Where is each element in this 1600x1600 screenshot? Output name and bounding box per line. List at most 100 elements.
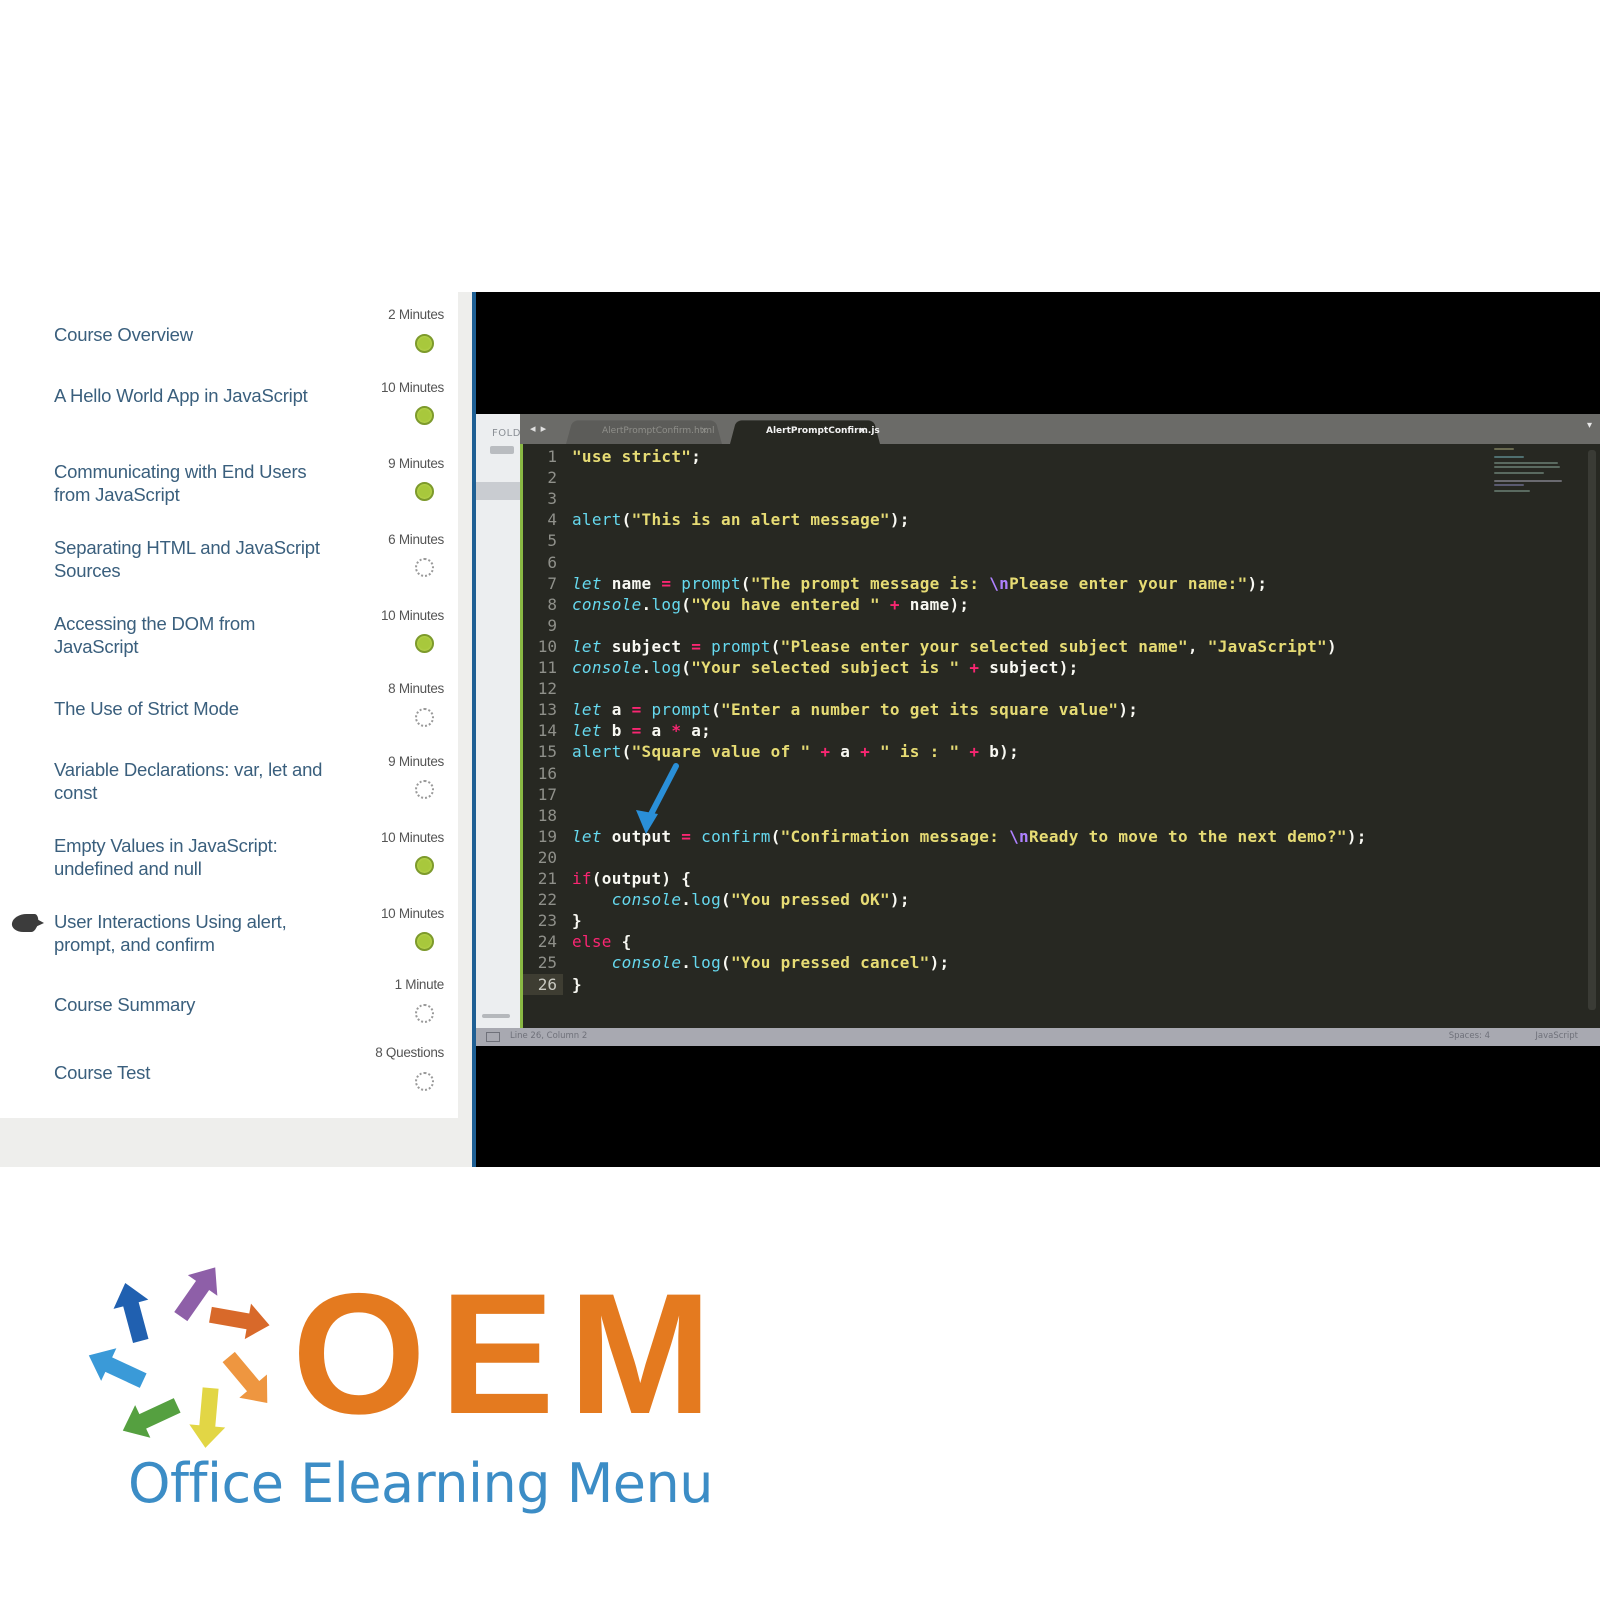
code-token-id: { (611, 932, 632, 952)
lesson-title: Variable Declarations: var, let and cons… (54, 759, 323, 803)
code-token-str: Ready to move to the next demo?" (1028, 826, 1347, 846)
code-token-id: ( (621, 510, 632, 530)
code-token-id: ); (929, 953, 950, 973)
lesson-duration: 10 Minutes (380, 380, 444, 395)
code-token-fn: log (691, 953, 722, 973)
code-token-id (701, 637, 711, 656)
code-token-ctl: else (572, 932, 612, 952)
course-outline-panel: Course Overview 2 Minutes A Hello World Ap… (0, 292, 472, 1167)
logo-arrow-icon (88, 1348, 147, 1388)
code-token-id (642, 700, 652, 719)
current-lesson-marker-icon (10, 914, 40, 932)
line-number: 11 (537, 658, 557, 677)
code-token-fn: prompt (651, 700, 712, 720)
code-token-esc: \n (989, 573, 1010, 593)
lesson-duration: 10 Minutes (380, 830, 444, 845)
line-number: 2 (547, 468, 557, 488)
line-number: 3 (547, 489, 557, 509)
code-token-id: ); (889, 510, 910, 530)
close-icon: × (700, 426, 708, 436)
lesson-item[interactable]: Course Summary 1 Minute (0, 977, 458, 1046)
lesson-item[interactable]: Separating HTML and JavaScript Sources 6 … (0, 532, 458, 600)
code-token-id (671, 574, 681, 593)
completed-status-icon (415, 856, 434, 875)
code-token-obj: console (611, 953, 682, 973)
line-number: 5 (547, 531, 557, 551)
code-token-id: . (681, 890, 692, 910)
line-number: 19 (537, 826, 557, 846)
code-line: let a = prompt("Enter a number to get it… (572, 699, 1138, 720)
code-token-id: ); (1118, 700, 1139, 720)
not-started-status-icon (415, 558, 434, 577)
video-player[interactable]: FOLD ◂ ▸ AlertPromptConfirm.html × Alert… (476, 292, 1600, 1167)
lesson-item[interactable]: A Hello World App in JavaScript 10 Minute… (0, 380, 458, 448)
folder-scrollbar (482, 1014, 510, 1018)
code-token-fn: prompt (711, 636, 771, 656)
code-token-id: ( (721, 953, 731, 973)
syntax-mode: JavaScript (1535, 1031, 1578, 1041)
folder-tree-item (490, 446, 514, 454)
code-token-id: subject (601, 636, 692, 656)
code-token-str: "Enter a number to get its square value" (721, 700, 1119, 720)
code-token-op: = (631, 721, 642, 741)
lesson-item[interactable]: Empty Values in JavaScript: undefined an… (0, 830, 458, 898)
completed-status-icon (415, 932, 434, 951)
code-token-id (959, 658, 969, 677)
line-number: 18 (537, 805, 557, 825)
line-number: 16 (537, 763, 557, 783)
lesson-item[interactable]: Variable Declarations: var, let and cons… (0, 754, 458, 822)
panel-toggle-icon (486, 1032, 500, 1042)
code-line: let b = a * a; (572, 720, 711, 741)
logo-arrow-icon (113, 1283, 149, 1344)
code-token-id: ( (721, 890, 731, 910)
lesson-item[interactable]: Course Test 8 Questions (0, 1045, 458, 1114)
line-number: 13 (537, 700, 557, 720)
lesson-item[interactable]: User Interactions Using alert, prompt, a… (0, 906, 458, 974)
lesson-item[interactable]: Accessing the DOM from JavaScript 10 Minu… (0, 608, 458, 676)
lesson-title: Separating HTML and JavaScript Sources (54, 537, 320, 581)
code-token-id: ( (770, 636, 781, 656)
lesson-title: User Interactions Using alert, prompt, a… (54, 911, 287, 955)
code-token-id: a (830, 742, 861, 762)
code-token-id: } (572, 974, 582, 994)
code-token-id: name); (899, 594, 970, 614)
code-line: let output = confirm("Confirmation messa… (572, 826, 1367, 847)
not-started-status-icon (415, 780, 434, 799)
code-token-str: "use strict" (572, 447, 692, 466)
code-token-fn: alert (572, 742, 622, 762)
not-started-status-icon (415, 1004, 434, 1023)
code-token-str: Please enter your name:" (1009, 573, 1248, 593)
code-line: console.log("Your selected subject is " … (572, 657, 1079, 678)
lesson-item[interactable]: The Use of Strict Mode 8 Minutes (0, 681, 458, 750)
line-number: 23 (537, 911, 557, 931)
lesson-item[interactable]: Course Overview 2 Minutes (0, 307, 458, 376)
code-token-kw: let (572, 573, 602, 593)
line-number: 4 (547, 510, 557, 530)
line-number: 6 (547, 552, 557, 572)
line-number: 15 (537, 742, 557, 762)
code-token-id: ( (770, 826, 781, 846)
lesson-title: A Hello World App in JavaScript (54, 385, 308, 406)
vertical-scrollbar (1588, 450, 1596, 1010)
lesson-duration: 1 Minute (394, 977, 445, 992)
code-token-op: * (671, 721, 682, 741)
line-number: 25 (537, 953, 557, 973)
code-token-op: + (969, 658, 980, 677)
code-token-kw: let (572, 700, 602, 720)
close-icon: × (858, 426, 866, 436)
code-token-op: = (691, 636, 702, 656)
code-line: if(output) { (572, 868, 691, 889)
lesson-item[interactable]: Communicating with End Users from JavaSc… (0, 456, 458, 524)
code-token-op: + (969, 742, 980, 762)
editor-tab-bar: ◂ ▸ AlertPromptConfirm.html × AlertPromp… (520, 414, 1600, 444)
completed-status-icon (415, 634, 434, 653)
tab-label: AlertPromptConfirm.html (602, 426, 715, 436)
code-token-id: } (572, 911, 582, 931)
oem-arrows-logo-icon (88, 1267, 270, 1448)
code-token-id: ; (691, 447, 702, 466)
code-token-fn: log (651, 658, 682, 677)
code-token-id (572, 890, 612, 909)
code-token-fn: prompt (681, 573, 741, 593)
code-token-op: + (889, 594, 900, 614)
code-line: console.log("You pressed cancel"); (572, 952, 949, 973)
